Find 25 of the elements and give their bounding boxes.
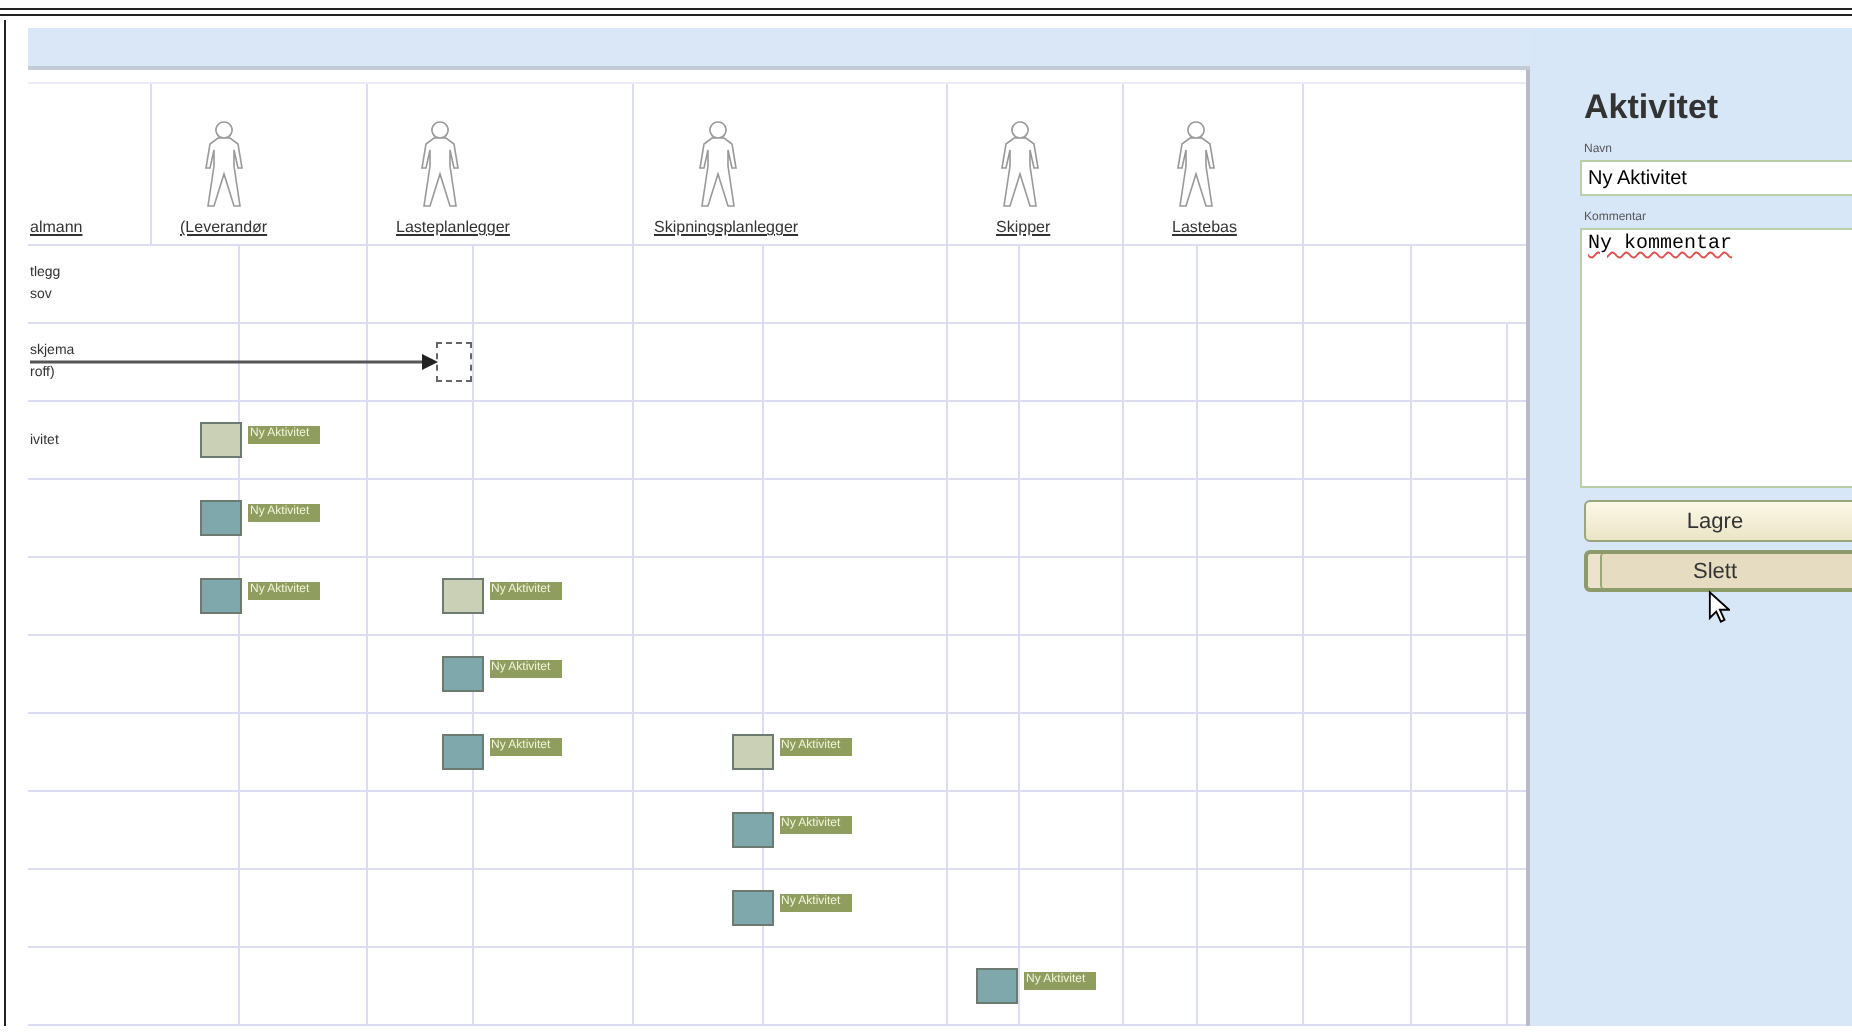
action-button[interactable]: Slett (1584, 550, 1852, 592)
lane-link[interactable]: Lastebas (1172, 218, 1237, 236)
lane-link[interactable]: almann (30, 218, 83, 236)
lane-link[interactable]: Lasteplanlegger (396, 218, 510, 236)
lane-link[interactable]: (Leverandør (180, 218, 268, 236)
panel-title: Aktivitet (1584, 88, 1719, 128)
activity-box[interactable] (441, 734, 483, 770)
lane-link[interactable]: Skipningsplanlegger (654, 218, 799, 236)
person-icon (200, 120, 248, 208)
action-button[interactable]: Lagre (1584, 500, 1852, 542)
activity-box[interactable] (731, 734, 773, 770)
activity-box[interactable] (731, 890, 773, 926)
activity-box[interactable] (441, 656, 483, 692)
activity-box[interactable] (200, 422, 242, 458)
cursor-icon (1708, 590, 1730, 624)
activity-box[interactable] (731, 812, 773, 848)
lane-link[interactable]: Skipper (996, 218, 1051, 236)
person-icon (996, 120, 1044, 208)
person-icon (416, 120, 464, 208)
input-field[interactable]: Ny Aktivitet (1580, 160, 1852, 196)
activity-box[interactable] (441, 578, 483, 614)
drop-target (436, 342, 472, 382)
person-icon (1172, 120, 1220, 208)
person-icon (694, 120, 742, 208)
comment-field[interactable]: Ny kommentar (1580, 228, 1852, 488)
